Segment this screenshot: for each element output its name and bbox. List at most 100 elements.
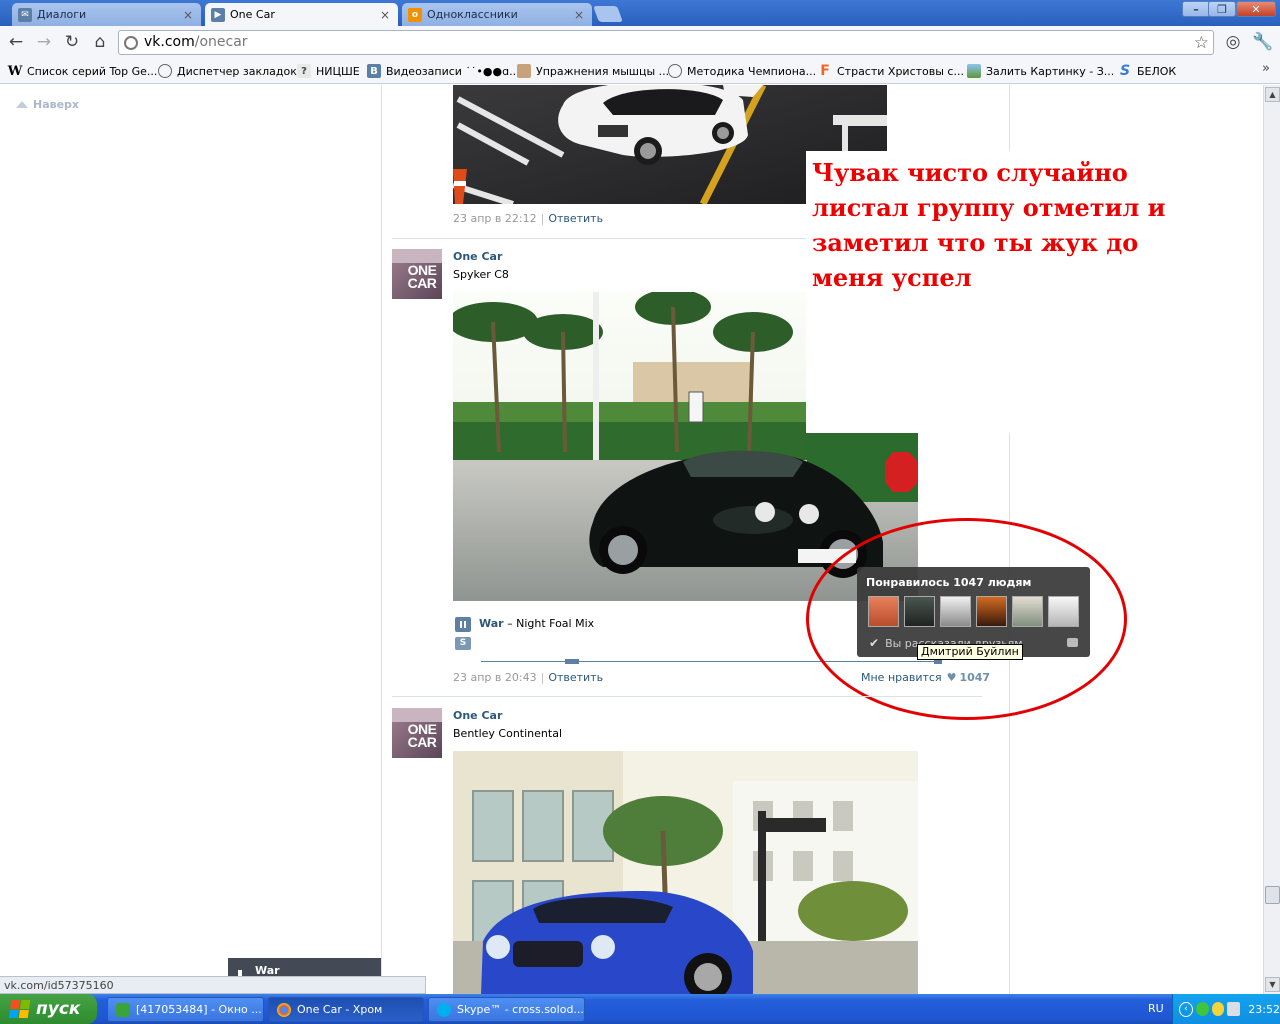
post-author-link[interactable]: One Car (453, 250, 502, 263)
chrome-icon (277, 1002, 291, 1017)
bookmark-item[interactable]: Упражнения мышцы ... (517, 63, 669, 79)
bookmark-item[interactable]: ? НИЦШЕ (297, 63, 360, 79)
like-button[interactable]: Мне нравится ♥ 1047 (861, 671, 990, 684)
f-letter-icon: F (820, 63, 830, 79)
bookmark-item[interactable]: Методика Чемпиона... (668, 63, 816, 79)
bookmark-label: НИЦШЕ (316, 64, 360, 78)
new-tab-button[interactable] (593, 6, 623, 22)
bookmark-item[interactable]: B Видеозаписи ˙˙•●●ɑ... (367, 63, 520, 79)
extension-icon[interactable]: ◎ (1222, 32, 1244, 54)
status-url-bubble: vk.com/id57375160 (0, 976, 426, 994)
group-avatar[interactable]: ONE CAR (392, 249, 442, 299)
liker-avatar[interactable] (940, 596, 971, 627)
bookmark-item[interactable]: S БЕЛОК (1118, 63, 1176, 79)
audio-s-button[interactable]: S (455, 637, 471, 650)
audio-pause-button[interactable] (455, 617, 471, 632)
scroll-up-arrow-icon[interactable]: ▲ (1265, 87, 1280, 102)
bookmark-label: Страсти Христовы с... (837, 64, 964, 78)
tab-close-icon[interactable]: × (572, 8, 586, 22)
post-author-link[interactable]: One Car (453, 709, 502, 722)
address-url[interactable]: vk.com/onecar (144, 34, 248, 50)
tab-close-icon[interactable]: × (181, 8, 195, 22)
athlete-icon (517, 64, 531, 78)
audio-separator: – (503, 617, 517, 630)
comment-bubble-icon[interactable] (1067, 638, 1078, 647)
page-scrollbar[interactable]: ▲ ▼ (1263, 85, 1280, 994)
audio-artist[interactable]: War (479, 617, 504, 630)
audio-track[interactable]: War – Night Foal Mix (479, 617, 594, 630)
bookmarks-overflow-icon[interactable]: » (1262, 61, 1270, 76)
tab-odnoklassniki[interactable]: о Одноклассники × (402, 3, 592, 26)
vk-icon: B (367, 64, 381, 78)
post-date[interactable]: 23 апр в 22:12 (453, 212, 537, 225)
liker-name-tooltip: Дмитрий Буйлин (917, 644, 1023, 660)
maximize-button[interactable]: ❐ (1208, 1, 1236, 17)
taskbar-button-chat-window[interactable]: [417053484] - Окно ... (107, 997, 264, 1022)
page-content: Наверх 23 апр в 22:12 | Ответить ONE CAR… (0, 85, 1263, 994)
bookmark-item[interactable]: F Страсти Христовы с... (818, 63, 964, 79)
volume-icon[interactable] (1227, 1002, 1241, 1016)
scrollbar-thumb[interactable] (1265, 886, 1280, 904)
bookmark-label: Упражнения мышцы ... (536, 64, 670, 78)
url-host: vk.com (144, 34, 195, 50)
taskbar-button-chrome[interactable]: One Car - Хром (268, 997, 424, 1022)
close-window-button[interactable]: ✕ (1236, 1, 1276, 17)
back-arrow-icon[interactable]: ← (6, 32, 26, 52)
windows-logo-icon (8, 1000, 32, 1018)
language-indicator[interactable]: RU (1148, 1002, 1164, 1015)
liker-avatar[interactable] (868, 596, 899, 627)
liker-avatar[interactable] (1012, 596, 1043, 627)
avatar-stripe (392, 249, 442, 263)
vk-play-icon: ▶ (211, 7, 225, 22)
skype-status-icon[interactable] (1195, 1002, 1209, 1016)
tab-close-icon[interactable]: × (378, 8, 392, 22)
avatar-logo-text: ONE CAR (407, 262, 437, 291)
wrench-icon[interactable]: 🔧 (1252, 32, 1274, 54)
liker-avatar[interactable] (904, 596, 935, 627)
group-avatar[interactable]: ONE CAR (392, 708, 442, 758)
red-annotation-text: Чувак чисто случайно листал группу отмет… (812, 158, 1166, 292)
audio-progress-bar[interactable] (481, 661, 941, 662)
taskbar-button-label: One Car - Хром (297, 1003, 383, 1016)
bookmark-item[interactable]: Диспетчер закладок (158, 63, 297, 79)
skype-icon (437, 1002, 451, 1017)
like-count: 1047 (959, 671, 991, 684)
tab-dialogs[interactable]: ✉ Диалоги × (12, 3, 201, 26)
landscape-icon (967, 64, 981, 78)
clock[interactable]: 23:52 (1248, 1003, 1280, 1016)
bookmark-star-icon[interactable]: ☆ (1194, 33, 1209, 53)
bookmark-label: Методика Чемпиона... (687, 64, 817, 78)
tab-label: Одноклассники (427, 8, 518, 21)
address-bar[interactable]: vk.com/onecar ☆ (118, 30, 1214, 55)
tab-one-car[interactable]: ▶ One Car × (205, 3, 398, 26)
likes-popup-title[interactable]: Понравилось 1047 людям (866, 576, 1031, 589)
start-button[interactable]: пуск (0, 994, 97, 1024)
bookmark-item[interactable]: W Список серий Top Ge... (7, 63, 158, 79)
url-path: /onecar (194, 34, 248, 50)
back-to-top-link[interactable]: Наверх (16, 98, 79, 111)
liker-avatar[interactable] (976, 596, 1007, 627)
liker-avatar[interactable] (1048, 596, 1079, 627)
post-date[interactable]: 23 апр в 20:43 (453, 671, 537, 684)
audio-progress-knob[interactable] (565, 659, 579, 664)
tray-app-icon[interactable] (1211, 1002, 1225, 1016)
bookmark-item[interactable]: Залить Картинку - З... (967, 63, 1114, 79)
bookmark-label: Список серий Top Ge... (27, 64, 158, 78)
wikipedia-icon: W (7, 63, 23, 79)
up-arrow-icon (16, 101, 28, 108)
taskbar-button-skype[interactable]: Skype™ - cross.solod... (428, 997, 585, 1022)
tray-expand-icon[interactable]: ‹ (1179, 1001, 1193, 1017)
scroll-down-arrow-icon[interactable]: ▼ (1265, 977, 1280, 992)
reply-link[interactable]: Ответить (548, 671, 603, 684)
windows-taskbar: пуск [417053484] - Окно ... One Car - Хр… (0, 994, 1280, 1024)
heart-icon: ♥ (946, 671, 957, 684)
tab-label: One Car (230, 8, 275, 21)
home-icon[interactable]: ⌂ (90, 32, 110, 52)
s-letter-icon: S (1119, 63, 1131, 79)
post-photo-bentley[interactable] (453, 751, 918, 994)
minimize-button[interactable]: – (1182, 1, 1210, 17)
globe-icon (124, 36, 138, 50)
forward-arrow-icon[interactable]: → (34, 32, 54, 52)
reload-icon[interactable]: ↻ (62, 32, 82, 52)
reply-link[interactable]: Ответить (548, 212, 603, 225)
